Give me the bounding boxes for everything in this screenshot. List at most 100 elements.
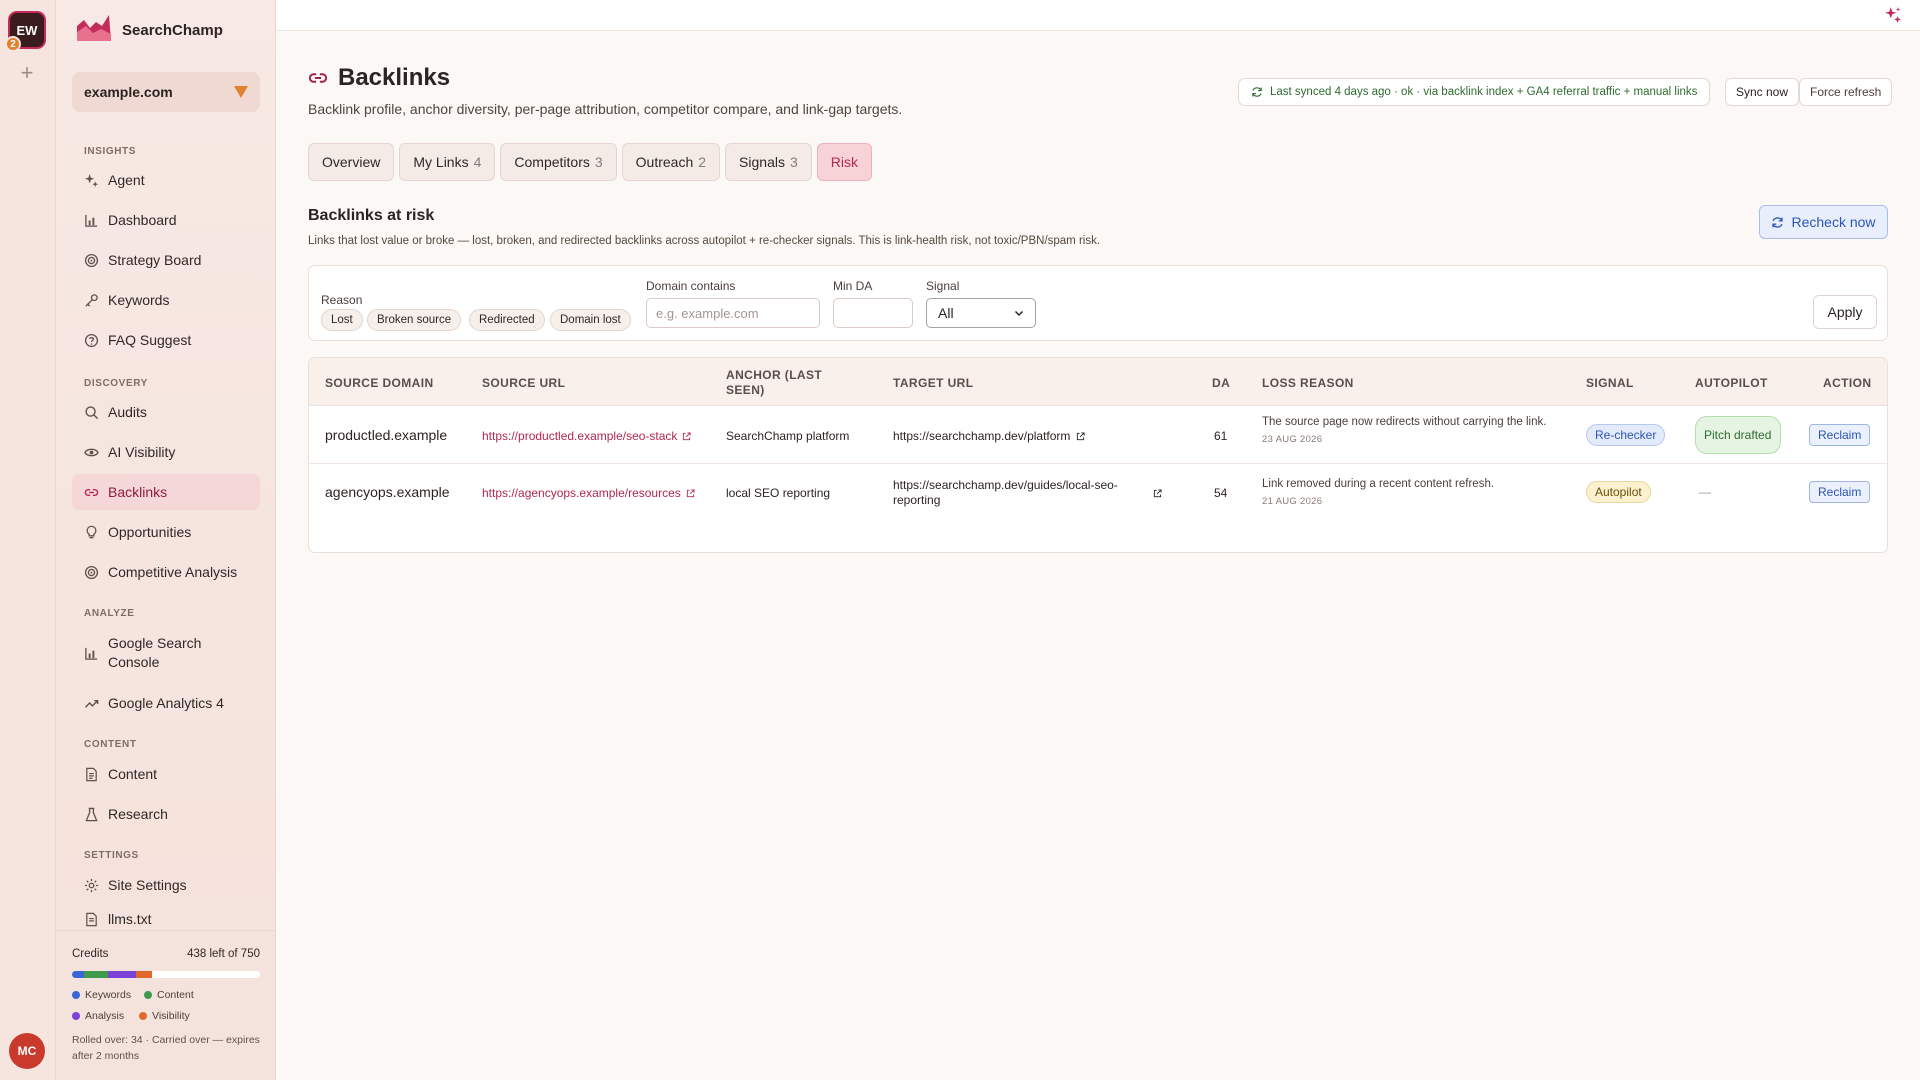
sidebar-item-label: llms.txt xyxy=(108,911,152,927)
sidebar-item-agent[interactable]: Agent xyxy=(72,162,260,198)
domain-authority: 54 xyxy=(1214,486,1228,500)
document-icon xyxy=(84,912,99,927)
source-url-link[interactable]: https://agencyops.example/resources xyxy=(482,486,695,501)
column-header: TARGET URL xyxy=(893,376,974,390)
sync-now-button[interactable]: Sync now xyxy=(1725,78,1800,106)
min-da-input[interactable] xyxy=(833,298,913,328)
target-url-link[interactable]: https://searchchamp.dev/platform xyxy=(893,429,1085,444)
sidebar-item-audits[interactable]: Audits xyxy=(72,394,260,430)
column-header: SOURCE URL xyxy=(482,376,566,390)
force-refresh-button[interactable]: Force refresh xyxy=(1799,78,1893,106)
sidebar-item-backlinks[interactable]: Backlinks xyxy=(72,474,260,510)
recheck-now-button[interactable]: Recheck now xyxy=(1759,205,1888,239)
sync-status-text: Last synced 4 days ago · ok · via backli… xyxy=(1270,86,1698,98)
sidebar-item-dashboard[interactable]: Dashboard xyxy=(72,202,260,238)
caret-down-icon xyxy=(234,86,248,98)
sidebar-item-label: Site Settings xyxy=(108,877,187,893)
sidebar-item-content[interactable]: Content xyxy=(72,756,260,792)
sidebar-item-google-search-console[interactable]: Google Search Console xyxy=(72,631,260,675)
domain-contains-label: Domain contains xyxy=(646,279,736,293)
tab-my-links[interactable]: My Links 4 xyxy=(399,143,496,181)
reclaim-button[interactable]: Reclaim xyxy=(1809,424,1871,446)
sidebar-item-keywords[interactable]: Keywords xyxy=(72,282,260,318)
refresh-icon xyxy=(1771,216,1784,229)
document-icon xyxy=(84,767,99,782)
flask-icon xyxy=(84,807,99,822)
user-avatar[interactable]: MC xyxy=(9,1033,45,1069)
domain-contains-input[interactable]: e.g. example.com xyxy=(646,298,820,328)
signal-select[interactable]: All xyxy=(926,298,1036,328)
column-header: DA xyxy=(1212,376,1231,390)
tab-competitors[interactable]: Competitors 3 xyxy=(500,143,617,181)
credits-bar-keywords xyxy=(72,971,84,978)
reason-chip-redirected[interactable]: Redirected xyxy=(469,309,545,331)
credits-legend-content: Content xyxy=(144,989,194,1001)
credits-legend-visibility: Visibility xyxy=(139,1010,190,1022)
sidebar-item-label: Strategy Board xyxy=(108,252,202,268)
sidebar-item-strategy-board[interactable]: Strategy Board xyxy=(72,242,260,278)
sidebar-item-research[interactable]: Research xyxy=(72,796,260,832)
apply-button[interactable]: Apply xyxy=(1813,295,1877,329)
tab-risk[interactable]: Risk xyxy=(816,143,872,181)
add-workspace-icon[interactable]: + xyxy=(16,62,38,84)
nav-section-content: CONTENT xyxy=(84,739,137,750)
anchor-text: SearchChamp platform xyxy=(726,429,850,443)
reclaim-button[interactable]: Reclaim xyxy=(1809,481,1871,503)
sidebar-item-site-settings[interactable]: Site Settings xyxy=(72,867,260,903)
agent-sparkle-icon[interactable] xyxy=(1884,6,1902,29)
credits-legend-keywords: Keywords xyxy=(72,989,131,1001)
sidebar-item-competitive-analysis[interactable]: Competitive Analysis xyxy=(72,554,260,590)
anchor-text: local SEO reporting xyxy=(726,486,831,500)
table-row: productled.example https://productled.ex… xyxy=(309,407,1887,464)
backlinks-tabs: Overview My Links 4 Competitors 3 Outreach… xyxy=(308,143,872,181)
sidebar-item-label: Competitive Analysis xyxy=(108,564,238,580)
link-icon xyxy=(84,485,99,500)
brand-name: SearchChamp xyxy=(122,22,223,39)
reason-chip-domain-lost[interactable]: Domain lost xyxy=(550,309,631,331)
sidebar-item-opportunities[interactable]: Opportunities xyxy=(72,514,260,550)
reason-chip-broken-source[interactable]: Broken source xyxy=(367,309,462,331)
loss-date: 23 AUG 2026 xyxy=(1262,434,1323,445)
tab-count: 3 xyxy=(789,154,798,170)
sidebar-item-label: AI Visibility xyxy=(108,444,176,460)
reason-chip-lost[interactable]: Lost xyxy=(321,309,363,331)
sidebar-item-llms-txt[interactable]: llms.txt xyxy=(72,907,260,927)
bar-chart-icon xyxy=(84,213,99,228)
credits-bar-visibility xyxy=(136,971,152,978)
sidebar-item-label: Google Analytics 4 xyxy=(108,695,224,711)
question-icon xyxy=(84,333,99,348)
bar-chart-icon xyxy=(84,646,99,661)
section-description: Links that lost value or broke — lost, b… xyxy=(308,235,1101,247)
main-content: Backlinks Backlink profile, anchor diver… xyxy=(277,31,1920,1080)
sidebar-item-faq-suggest[interactable]: FAQ Suggest xyxy=(72,322,260,358)
eye-icon xyxy=(84,445,99,460)
tab-overview[interactable]: Overview xyxy=(308,143,395,181)
tab-outreach[interactable]: Outreach 2 xyxy=(621,143,721,181)
site-selector[interactable]: example.com xyxy=(72,72,260,112)
lightbulb-icon xyxy=(84,525,99,540)
sidebar-item-label: Keywords xyxy=(108,292,170,308)
tab-signals[interactable]: Signals 3 xyxy=(725,143,812,181)
target-url-link[interactable]: https://searchchamp.dev/guides/local-seo… xyxy=(893,478,1183,508)
source-url-link[interactable]: https://productled.example/seo-stack xyxy=(482,429,691,444)
sidebar-item-label: Google Search Console xyxy=(108,635,202,670)
signal-badge: Re-checker xyxy=(1586,424,1666,446)
column-header: LOSS REASON xyxy=(1262,376,1354,390)
risk-table: SOURCE DOMAIN SOURCE URL ANCHOR (LAST SE… xyxy=(308,357,1888,553)
site-selector-value: example.com xyxy=(84,84,173,100)
credits-bar-analysis xyxy=(108,971,136,978)
tab-count: 2 xyxy=(698,154,707,170)
signal-label: Signal xyxy=(926,279,960,293)
sidebar-item-ai-visibility[interactable]: AI Visibility xyxy=(72,434,260,470)
sidebar-item-label: Opportunities xyxy=(108,524,192,540)
autopilot-empty: — xyxy=(1699,485,1711,499)
refresh-icon xyxy=(1251,86,1263,98)
external-link-icon xyxy=(686,489,695,498)
brand[interactable]: SearchChamp xyxy=(76,14,223,47)
crown-chart-logo-icon xyxy=(76,14,112,47)
loss-date: 21 AUG 2026 xyxy=(1262,496,1323,507)
external-link-icon xyxy=(683,432,691,441)
trend-icon xyxy=(84,696,99,711)
sidebar-item-google-analytics-4[interactable]: Google Analytics 4 xyxy=(72,685,260,721)
credits-usage-bar xyxy=(72,971,260,978)
